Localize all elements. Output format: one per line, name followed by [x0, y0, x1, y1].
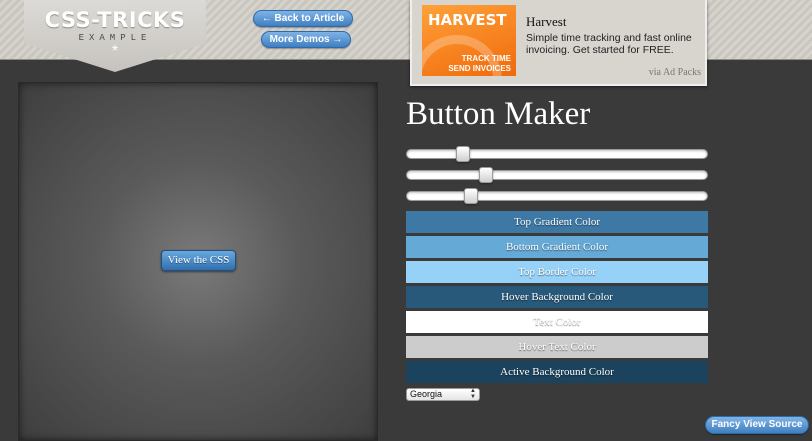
- select-arrows-icon: ▲ ▼: [470, 388, 476, 400]
- ad-image-line-1: TRACK TIME: [461, 54, 511, 63]
- ad-via-link[interactable]: via Ad Packs: [649, 67, 701, 78]
- top-gradient-color-button[interactable]: Top Gradient Color: [406, 211, 708, 233]
- slider-1[interactable]: [406, 146, 708, 162]
- active-background-color-button[interactable]: Active Background Color: [406, 361, 708, 383]
- back-to-article-button[interactable]: ← Back to Article: [253, 10, 353, 27]
- ad-title[interactable]: Harvest: [526, 14, 566, 30]
- bottom-gradient-color-button[interactable]: Bottom Gradient Color: [406, 236, 708, 258]
- more-demos-button[interactable]: More Demos →: [261, 31, 351, 48]
- hover-text-color-button[interactable]: Hover Text Color: [406, 336, 708, 358]
- ad-image-title: HARVEST: [428, 11, 507, 29]
- ad-box[interactable]: HARVEST TRACK TIME SEND INVOICES Harvest…: [410, 0, 707, 86]
- logo-subtitle: EXAMPLE: [78, 33, 152, 43]
- logo-title: CSS-TRICKS: [44, 8, 186, 32]
- slider-3[interactable]: [406, 188, 708, 204]
- slider-2[interactable]: [406, 167, 708, 183]
- site-logo[interactable]: CSS-TRICKS EXAMPLE *: [24, 0, 206, 72]
- slider-thumb[interactable]: [479, 167, 493, 183]
- text-color-button[interactable]: Text Color: [406, 311, 708, 333]
- star-icon: *: [111, 43, 119, 60]
- top-border-color-button[interactable]: Top Border Color: [406, 261, 708, 283]
- preview-panel: View the CSS: [18, 82, 378, 441]
- font-select[interactable]: Georgia ▲ ▼: [406, 388, 480, 401]
- slider-thumb[interactable]: [464, 188, 478, 204]
- font-select-value: Georgia: [410, 389, 443, 399]
- slider-thumb[interactable]: [456, 146, 470, 162]
- ad-image-line-2: SEND INVOICES: [448, 64, 511, 73]
- page-title: Button Maker: [406, 96, 591, 132]
- ad-image[interactable]: HARVEST TRACK TIME SEND INVOICES: [422, 5, 516, 76]
- fancy-view-source-button[interactable]: Fancy View Source: [705, 416, 809, 434]
- ad-description: Simple time tracking and fast online inv…: [526, 32, 692, 56]
- view-css-button[interactable]: View the CSS: [161, 250, 236, 271]
- hover-background-color-button[interactable]: Hover Background Color: [406, 286, 708, 308]
